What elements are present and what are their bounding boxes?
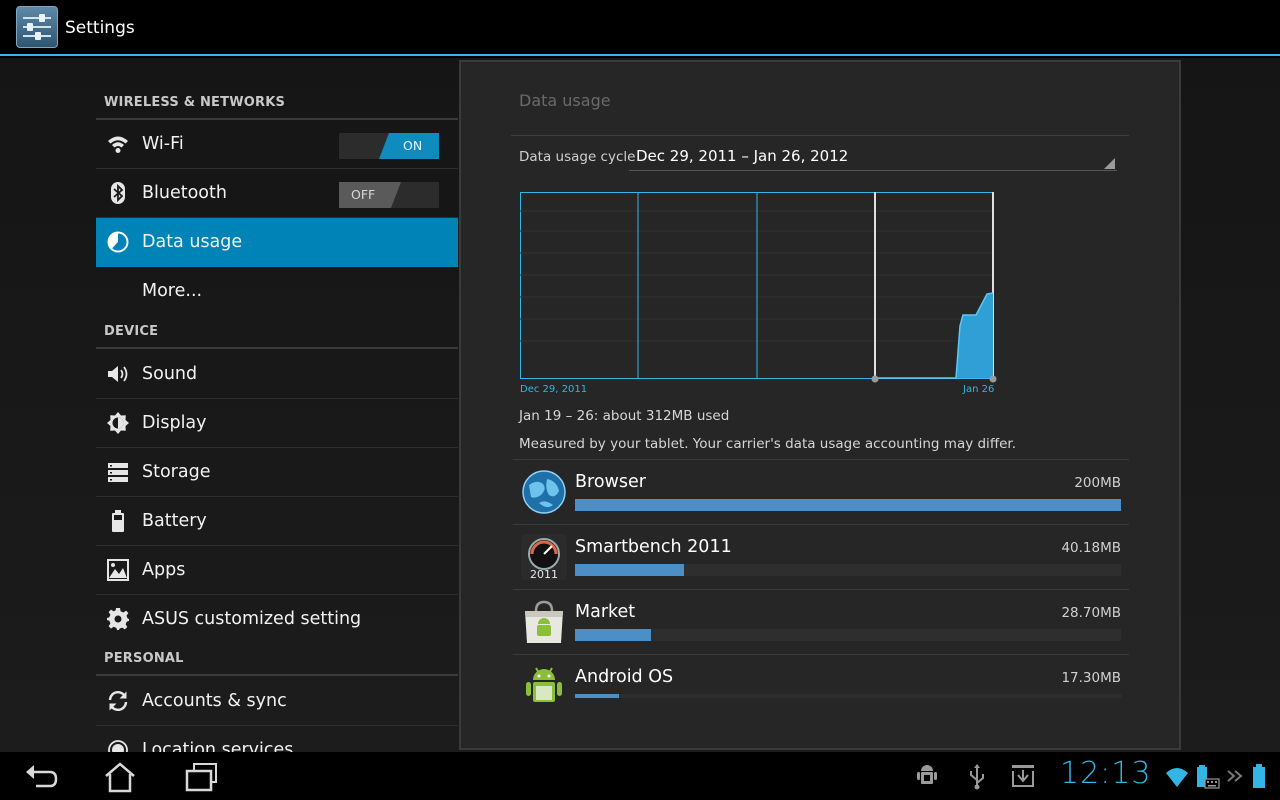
spinner-arrow-icon[interactable] <box>1104 158 1115 169</box>
section-header-wireless: WIRELESS & NETWORKS <box>96 86 458 120</box>
usage-bar-fill <box>575 564 685 576</box>
panel-title: Data usage <box>519 91 611 110</box>
app-name: Smartbench 2011 <box>575 537 732 557</box>
sidebar-item-label: Location services <box>142 740 294 752</box>
data-usage-chart[interactable] <box>519 191 999 383</box>
chart-end-handle <box>989 375 997 383</box>
chart-end-label: Jan 26 <box>963 384 995 395</box>
app-data-size: 17.30MB <box>1061 670 1121 686</box>
wifi-icon <box>108 136 128 153</box>
android-icon <box>526 667 562 702</box>
sidebar-item-label: Sound <box>142 364 198 384</box>
app-usage-row-smartbench[interactable]: 2011 Smartbench 2011 40.18MB <box>513 524 1129 589</box>
sidebar-item-location[interactable]: Location services <box>96 726 458 752</box>
sidebar-item-battery[interactable]: Battery <box>96 497 458 546</box>
usb-icon[interactable] <box>964 762 990 790</box>
usage-bar-track <box>575 694 1121 698</box>
bluetooth-icon <box>111 182 125 204</box>
data-usage-icon <box>107 231 129 253</box>
action-bar: Settings <box>0 0 1280 56</box>
usage-bar-track <box>575 499 1121 511</box>
usage-bar-fill <box>575 499 1121 511</box>
system-bar: 12:13 <box>0 752 1280 800</box>
toggle-state: ON <box>403 138 423 153</box>
app-usage-row-market[interactable]: Market 28.70MB <box>513 589 1129 654</box>
storage-icon <box>108 463 128 482</box>
smartbench-icon: 2011 <box>521 534 567 580</box>
svg-text:2011: 2011 <box>530 568 558 580</box>
app-usage-row-browser[interactable]: Browser 200MB <box>513 459 1129 524</box>
status-clock[interactable]: 12:13 <box>1060 756 1151 791</box>
data-usage-panel[interactable]: Data usage Data usage cycle Dec 29, 2011… <box>459 60 1181 750</box>
wifi-toggle[interactable]: ON <box>339 133 439 159</box>
sidebar-item-label: ASUS customized setting <box>142 609 362 629</box>
chart-start-handle <box>871 375 879 383</box>
battery-status-icon[interactable] <box>1246 762 1272 790</box>
sidebar-item-label: Data usage <box>142 232 243 252</box>
sidebar-item-label: Battery <box>142 511 207 531</box>
apps-icon <box>107 559 129 581</box>
recent-apps-button[interactable] <box>182 760 222 794</box>
chart-usage-area <box>875 293 993 378</box>
brightness-icon <box>107 412 129 434</box>
sidebar-item-data-usage[interactable]: Data usage <box>96 218 458 267</box>
sidebar-item-label: Wi-Fi <box>142 134 184 154</box>
sidebar-item-label: Storage <box>142 462 211 482</box>
toggle-state: OFF <box>351 187 376 202</box>
sidebar-item-more[interactable]: More... <box>96 267 458 316</box>
sidebar-item-wifi[interactable]: Wi-Fi ON <box>96 120 458 169</box>
app-title: Settings <box>65 18 135 38</box>
app-data-size: 40.18MB <box>1061 540 1121 556</box>
cycle-spinner[interactable]: Dec 29, 2011 – Jan 26, 2012 <box>636 147 848 165</box>
section-header-personal: PERSONAL <box>96 642 458 676</box>
sidebar-item-storage[interactable]: Storage <box>96 448 458 497</box>
app-data-size: 200MB <box>1074 475 1121 491</box>
usage-summary: Jan 19 – 26: about 312MB used <box>519 408 730 424</box>
sidebar-item-accounts-sync[interactable]: Accounts & sync <box>96 677 458 726</box>
battery-icon <box>112 510 124 532</box>
market-bag-icon <box>525 600 563 643</box>
sidebar-item-label: Apps <box>142 560 186 580</box>
settings-app-icon[interactable] <box>16 6 58 48</box>
browser-globe-icon <box>522 470 566 514</box>
sidebar-item-asus-settings[interactable]: ASUS customized setting <box>96 595 458 644</box>
keyboard-battery-icon[interactable] <box>1194 762 1220 790</box>
app-name: Android OS <box>575 667 674 687</box>
home-button[interactable] <box>100 760 140 794</box>
app-name: Browser <box>575 472 646 492</box>
android-debug-icon[interactable] <box>914 762 940 790</box>
chart-start-label: Dec 29, 2011 <box>520 384 588 395</box>
usage-bar-track <box>575 564 1121 576</box>
back-button[interactable] <box>22 760 62 794</box>
section-header-device: DEVICE <box>96 315 458 349</box>
bluetooth-toggle[interactable]: OFF <box>339 182 439 208</box>
settings-list[interactable]: WIRELESS & NETWORKS Wi-Fi ON Bluetooth O… <box>96 58 458 752</box>
divider <box>511 135 1129 136</box>
app-data-size: 28.70MB <box>1061 605 1121 621</box>
usage-bar-fill <box>575 629 652 641</box>
sidebar-item-label: Accounts & sync <box>142 691 287 711</box>
download-icon[interactable] <box>1010 762 1036 790</box>
carrier-disclaimer: Measured by your tablet. Your carrier's … <box>519 436 1017 452</box>
content-area: WIRELESS & NETWORKS Wi-Fi ON Bluetooth O… <box>0 58 1280 752</box>
sidebar-item-bluetooth[interactable]: Bluetooth OFF <box>96 169 458 218</box>
usage-bar-track <box>575 629 1121 641</box>
sync-icon <box>108 691 128 711</box>
usage-bar-fill <box>575 694 619 698</box>
sidebar-item-display[interactable]: Display <box>96 399 458 448</box>
wifi-signal-icon[interactable] <box>1164 762 1190 790</box>
app-name: Market <box>575 602 636 622</box>
speaker-icon <box>108 366 128 382</box>
sidebar-item-label: Bluetooth <box>142 183 227 203</box>
location-icon <box>108 740 128 752</box>
sidebar-item-label: More... <box>142 281 203 301</box>
gear-icon <box>107 608 129 630</box>
cycle-spinner-underline <box>629 170 1117 171</box>
app-usage-row-android-os[interactable]: Android OS 17.30MB <box>513 654 1129 719</box>
sidebar-item-label: Display <box>142 413 207 433</box>
sidebar-item-apps[interactable]: Apps <box>96 546 458 595</box>
sidebar-item-sound[interactable]: Sound <box>96 350 458 399</box>
cycle-label: Data usage cycle <box>519 149 636 165</box>
